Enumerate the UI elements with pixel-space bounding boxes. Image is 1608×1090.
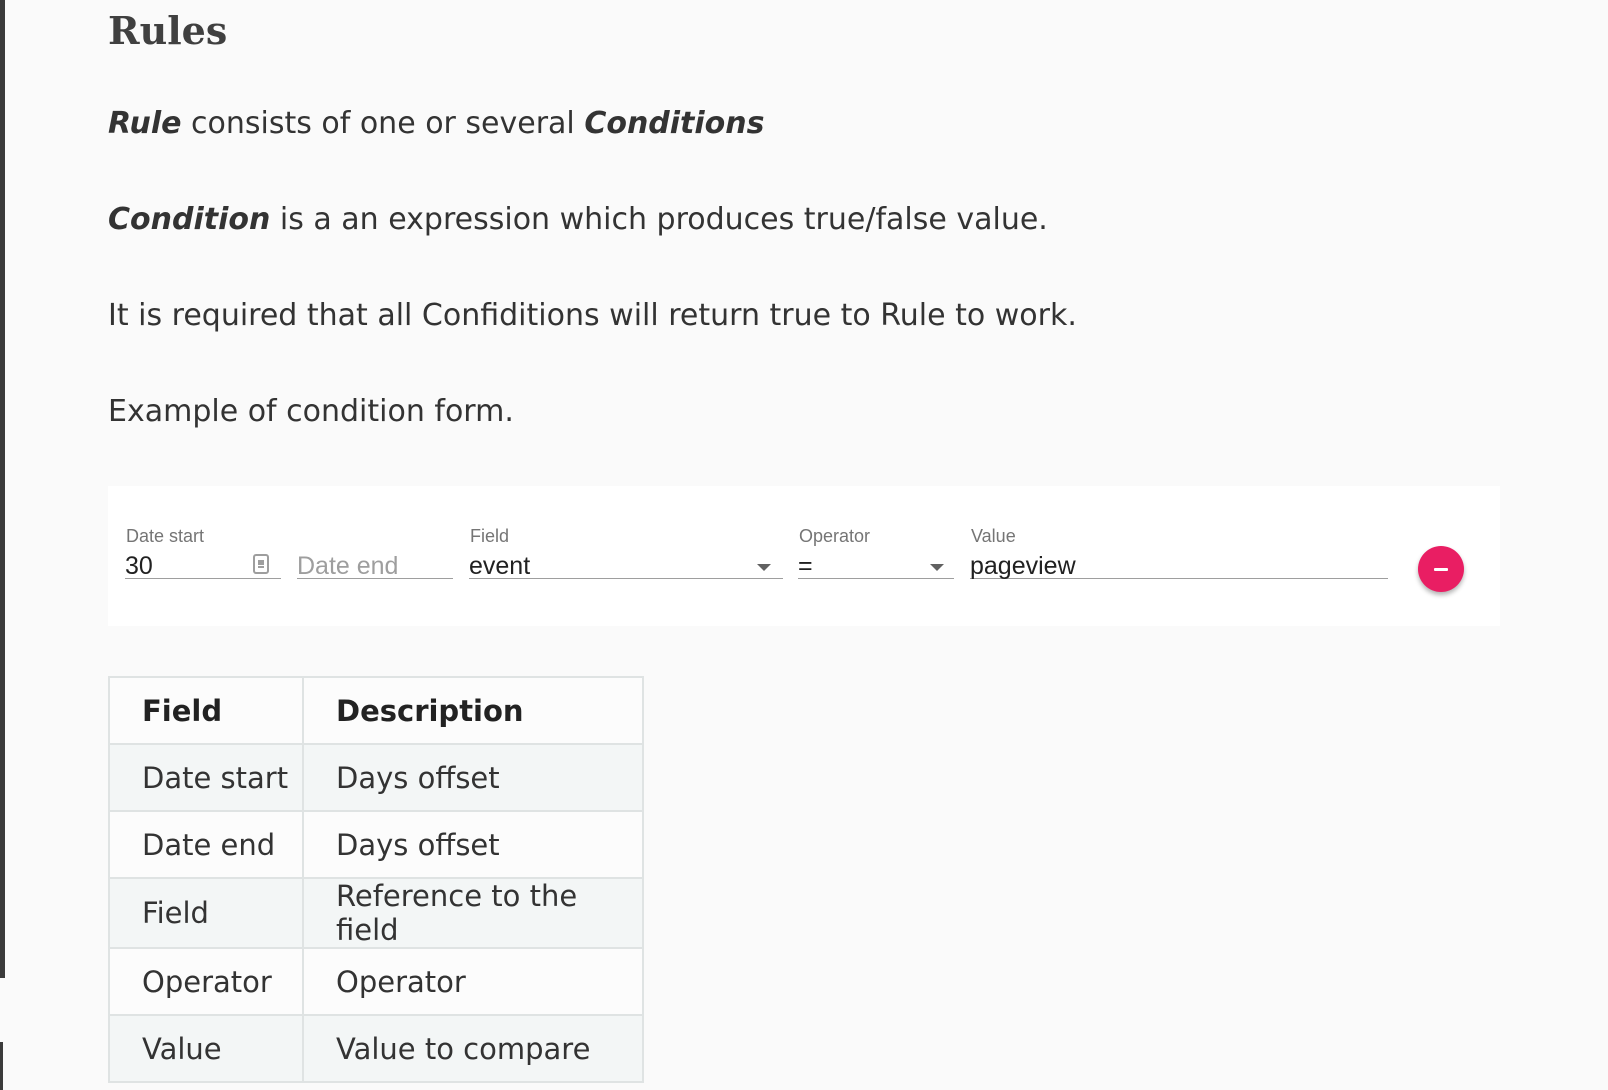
date-start-field[interactable]: Date start 30	[125, 526, 281, 581]
table-cell-field: Operator	[108, 947, 304, 1016]
date-start-label: Date start	[126, 526, 205, 546]
rule-text: consists of one or several	[181, 106, 585, 141]
table-cell-description: Reference to the field	[302, 877, 644, 949]
page-title: Rules	[108, 8, 228, 53]
table-header-description: Description	[302, 676, 644, 745]
table-header-row: Field Description	[108, 676, 644, 745]
table-cell-description: Operator	[302, 947, 644, 1016]
date-start-value[interactable]: 30	[125, 552, 153, 581]
operator-value[interactable]: =	[798, 552, 813, 581]
paragraph-requirement: It is required that all Confiditions wil…	[108, 298, 1077, 333]
remove-condition-button[interactable]	[1418, 546, 1464, 592]
left-border	[0, 0, 5, 978]
value-text[interactable]: pageview	[970, 552, 1076, 581]
table-cell-description: Days offset	[302, 810, 644, 879]
condition-term: Condition	[108, 202, 271, 237]
table-cell-field: Date end	[108, 810, 304, 879]
minus-icon	[1434, 568, 1448, 571]
date-end-field[interactable]: Date end	[297, 526, 453, 580]
table-row: Date start Days offset	[108, 743, 644, 812]
field-dropdown-arrow-icon[interactable]	[757, 564, 771, 571]
table-cell-field: Value	[108, 1014, 304, 1083]
table-cell-description: Value to compare	[302, 1014, 644, 1083]
left-border-bottom	[0, 1042, 3, 1090]
table-cell-field: Field	[108, 877, 304, 949]
paragraph-example: Example of condition form.	[108, 394, 514, 429]
rule-term: Rule	[108, 106, 182, 141]
value-input[interactable]: Value pageview	[970, 526, 1388, 581]
paragraph-rule: Rule consists of one or several Conditio…	[108, 104, 765, 144]
operator-label: Operator	[799, 526, 871, 546]
operator-select[interactable]: Operator =	[798, 526, 954, 581]
operator-dropdown-arrow-icon[interactable]	[930, 564, 944, 571]
table-cell-field: Date start	[108, 743, 304, 812]
date-end-placeholder: Date end	[297, 552, 399, 580]
table-row: Operator Operator	[108, 947, 644, 1016]
field-select[interactable]: Field event	[469, 526, 783, 581]
table-row: Value Value to compare	[108, 1014, 644, 1083]
field-value[interactable]: event	[469, 552, 530, 581]
condition-form: Date start 30 Date end Field event Opera…	[108, 486, 1500, 626]
fields-table: Field Description Date start Days offset…	[108, 676, 644, 1083]
table-row: Field Reference to the field	[108, 877, 644, 949]
table-header-field: Field	[108, 676, 304, 745]
condition-text: is a an expression which produces true/f…	[270, 202, 1048, 237]
calendar-icon[interactable]	[253, 554, 269, 574]
table-row: Date end Days offset	[108, 810, 644, 879]
field-label: Field	[470, 526, 510, 546]
paragraph-condition: Condition is a an expression which produ…	[108, 200, 1048, 240]
value-label: Value	[971, 526, 1016, 546]
table-cell-description: Days offset	[302, 743, 644, 812]
conditions-term: Conditions	[584, 106, 765, 141]
